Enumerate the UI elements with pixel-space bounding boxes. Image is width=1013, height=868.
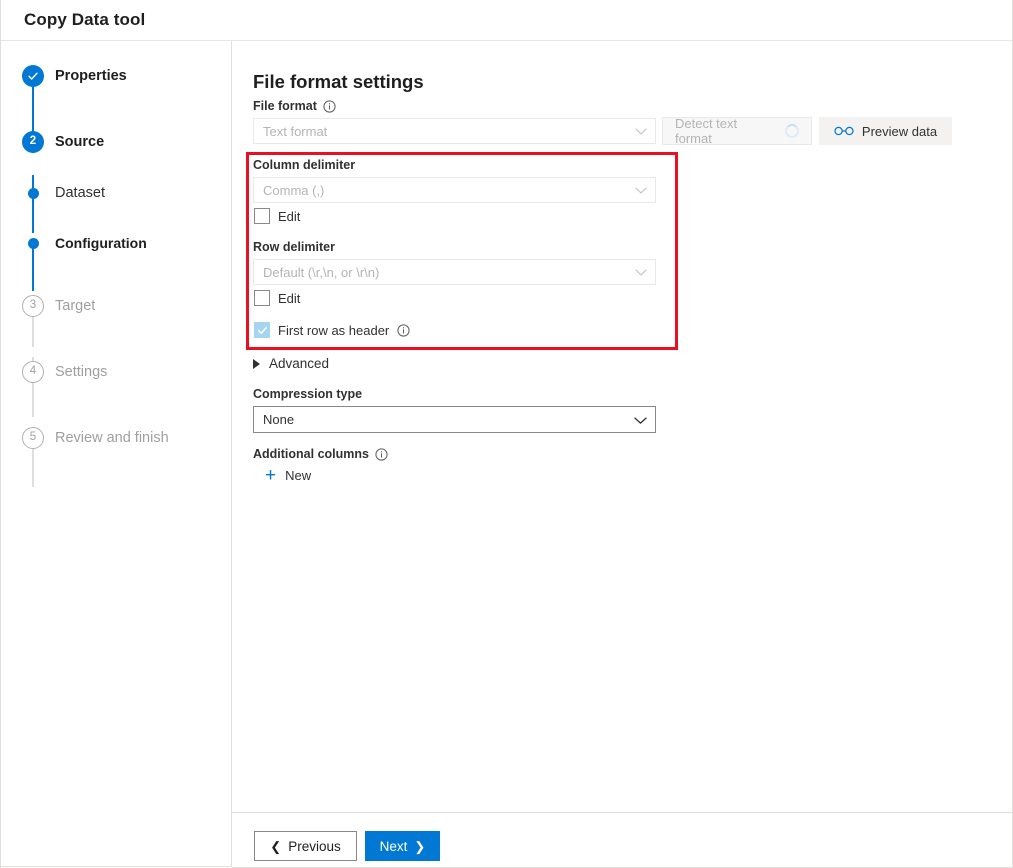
detect-text-format-label: Detect text format [675, 116, 777, 146]
first-row-as-header-checkbox-row[interactable]: First row as header [254, 322, 410, 338]
advanced-label: Advanced [269, 356, 329, 371]
chevron-down-icon [634, 412, 647, 427]
chevron-right-icon: ❯ [414, 840, 425, 853]
wizard-step-label: Target [55, 298, 95, 314]
row-delimiter-label-text: Row delimiter [253, 240, 335, 254]
chevron-left-icon: ❮ [270, 840, 281, 853]
step-number-badge: 4 [22, 361, 44, 383]
wizard-step-configuration[interactable]: Configuration [22, 231, 147, 255]
step-number-badge: 3 [22, 295, 44, 317]
step-dot-icon [22, 232, 44, 254]
checkbox-unchecked-icon[interactable] [254, 208, 270, 224]
chevron-down-icon [635, 183, 647, 198]
wizard-step-source[interactable]: 2 Source [22, 130, 104, 154]
column-delimiter-edit-label: Edit [278, 209, 300, 224]
step-number-badge: 5 [22, 427, 44, 449]
preview-data-label: Preview data [862, 124, 937, 139]
wizard-step-label: Settings [55, 364, 107, 380]
add-additional-column-button[interactable]: + New [265, 468, 311, 483]
file-format-dropdown[interactable]: Text format [253, 118, 656, 144]
file-format-value: Text format [263, 124, 327, 139]
wizard-step-properties[interactable]: Properties [22, 64, 127, 88]
wizard-step-review-and-finish[interactable]: 5 Review and finish [22, 426, 169, 450]
next-button-label: Next [380, 839, 408, 854]
file-format-label-text: File format [253, 99, 317, 113]
compression-type-dropdown[interactable]: None [253, 406, 656, 433]
first-row-as-header-label: First row as header [278, 323, 389, 338]
previous-button[interactable]: ❮ Previous [254, 831, 357, 861]
compression-type-label: Compression type [253, 387, 362, 401]
wizard-step-dataset[interactable]: Dataset [22, 181, 105, 205]
info-icon[interactable] [375, 448, 388, 461]
previous-button-label: Previous [288, 839, 341, 854]
check-circle-icon [22, 65, 44, 87]
next-button[interactable]: Next ❯ [365, 831, 440, 861]
compression-type-label-text: Compression type [253, 387, 362, 401]
info-icon[interactable] [397, 324, 410, 337]
info-icon[interactable] [323, 100, 336, 113]
loading-spinner-icon [785, 124, 799, 138]
row-delimiter-value: Default (\r,\n, or \r\n) [263, 265, 379, 280]
checkbox-checked-icon[interactable] [254, 322, 270, 338]
column-delimiter-value: Comma (,) [263, 183, 324, 198]
row-delimiter-label: Row delimiter [253, 240, 335, 254]
row-delimiter-edit-checkbox-row[interactable]: Edit [254, 290, 300, 306]
page-title: File format settings [253, 71, 424, 93]
additional-columns-label-text: Additional columns [253, 447, 369, 461]
advanced-expander[interactable]: Advanced [253, 356, 329, 371]
step-dot-icon [22, 182, 44, 204]
content-panel: File format settings File format Text fo… [232, 41, 1013, 813]
copy-data-tool-window: Copy Data tool Properties 2 Source Da [0, 0, 1013, 868]
row-delimiter-edit-label: Edit [278, 291, 300, 306]
column-delimiter-edit-checkbox-row[interactable]: Edit [254, 208, 300, 224]
column-delimiter-label-text: Column delimiter [253, 158, 355, 172]
detect-text-format-button[interactable]: Detect text format [662, 117, 812, 145]
wizard-footer: ❮ Previous Next ❯ [232, 813, 1013, 868]
file-format-label: File format [253, 99, 336, 113]
wizard-step-target[interactable]: 3 Target [22, 294, 95, 318]
wizard-step-label: Properties [55, 68, 127, 84]
checkbox-unchecked-icon[interactable] [254, 290, 270, 306]
wizard-step-settings[interactable]: 4 Settings [22, 360, 107, 384]
add-additional-column-label: New [285, 468, 311, 483]
wizard-rail: Properties 2 Source Dataset Configuratio… [0, 41, 232, 867]
glasses-icon [834, 124, 854, 139]
wizard-step-label: Configuration [55, 235, 147, 251]
wizard-step-label: Dataset [55, 185, 105, 201]
wizard-step-label: Review and finish [55, 430, 169, 446]
additional-columns-label: Additional columns [253, 447, 388, 461]
chevron-down-icon [635, 265, 647, 280]
column-delimiter-label: Column delimiter [253, 158, 355, 172]
chevron-right-icon [253, 359, 260, 369]
chevron-down-icon [635, 124, 647, 139]
preview-data-button[interactable]: Preview data [819, 117, 952, 145]
compression-type-value: None [263, 412, 294, 427]
window-left-border [0, 0, 1, 868]
window-title: Copy Data tool [24, 10, 145, 30]
row-delimiter-dropdown[interactable]: Default (\r,\n, or \r\n) [253, 259, 656, 285]
wizard-step-label: Source [55, 134, 104, 150]
column-delimiter-dropdown[interactable]: Comma (,) [253, 177, 656, 203]
title-bar: Copy Data tool [0, 0, 1013, 41]
step-number-badge: 2 [22, 131, 44, 153]
plus-icon: + [265, 469, 276, 483]
